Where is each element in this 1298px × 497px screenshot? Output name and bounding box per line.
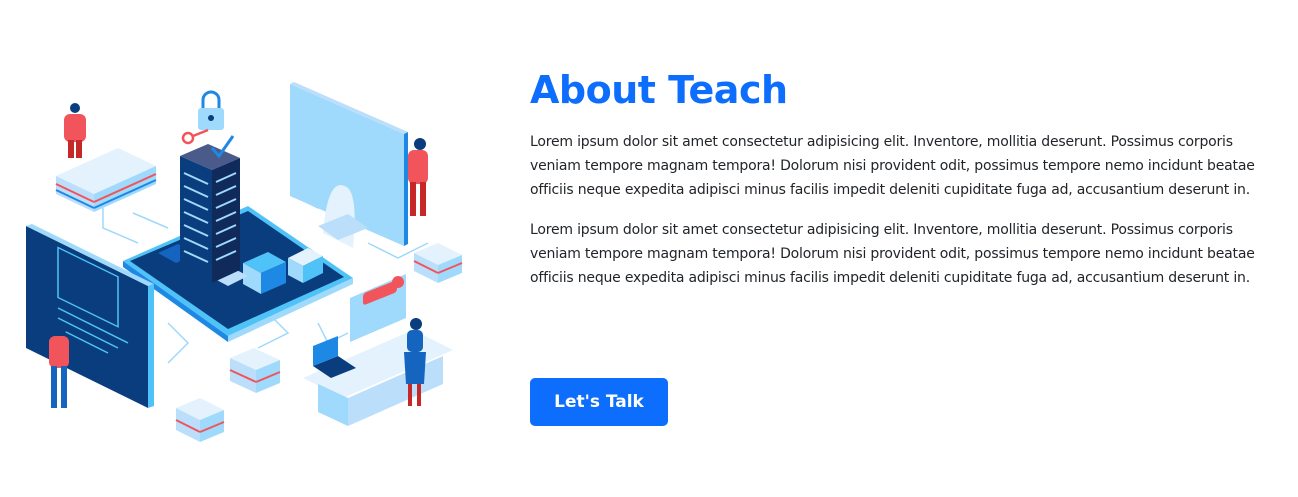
about-section: About Teach Lorem ipsum dolor sit amet c… <box>530 64 1270 290</box>
section-title: About Teach <box>530 68 788 112</box>
about-paragraph-2: Lorem ipsum dolor sit amet consectetur a… <box>530 222 1255 286</box>
about-paragraph-1: Lorem ipsum dolor sit amet consectetur a… <box>530 134 1255 198</box>
about-illustration <box>26 82 463 442</box>
lets-talk-button[interactable]: Let's Talk <box>530 378 668 426</box>
